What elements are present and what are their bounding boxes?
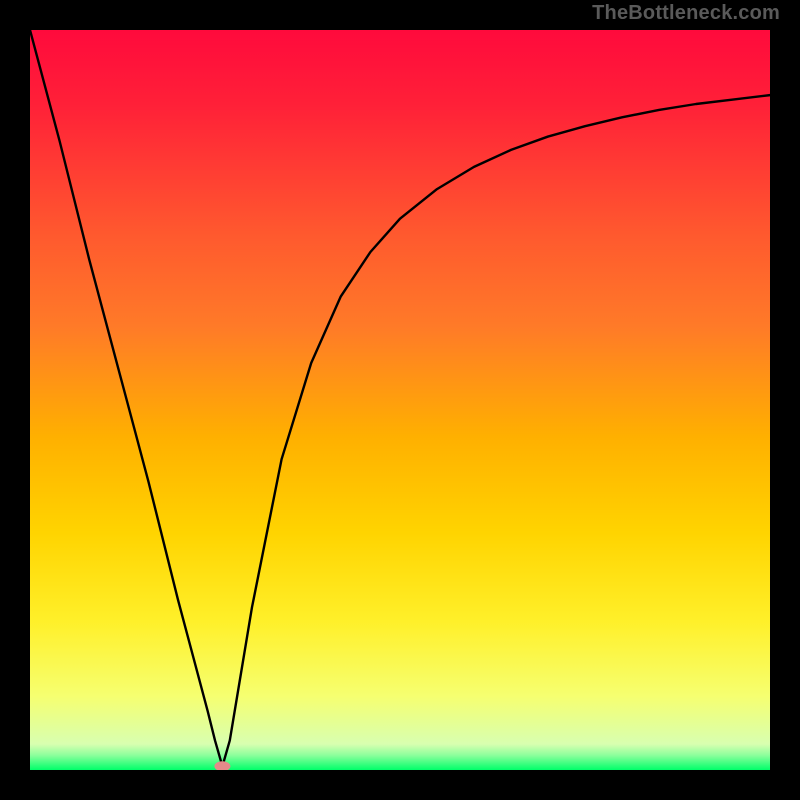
chart-frame: TheBottleneck.com — [0, 0, 800, 800]
chart-svg — [30, 30, 770, 770]
plot-area — [30, 30, 770, 770]
watermark-text: TheBottleneck.com — [592, 2, 780, 25]
gradient-background — [30, 30, 770, 770]
